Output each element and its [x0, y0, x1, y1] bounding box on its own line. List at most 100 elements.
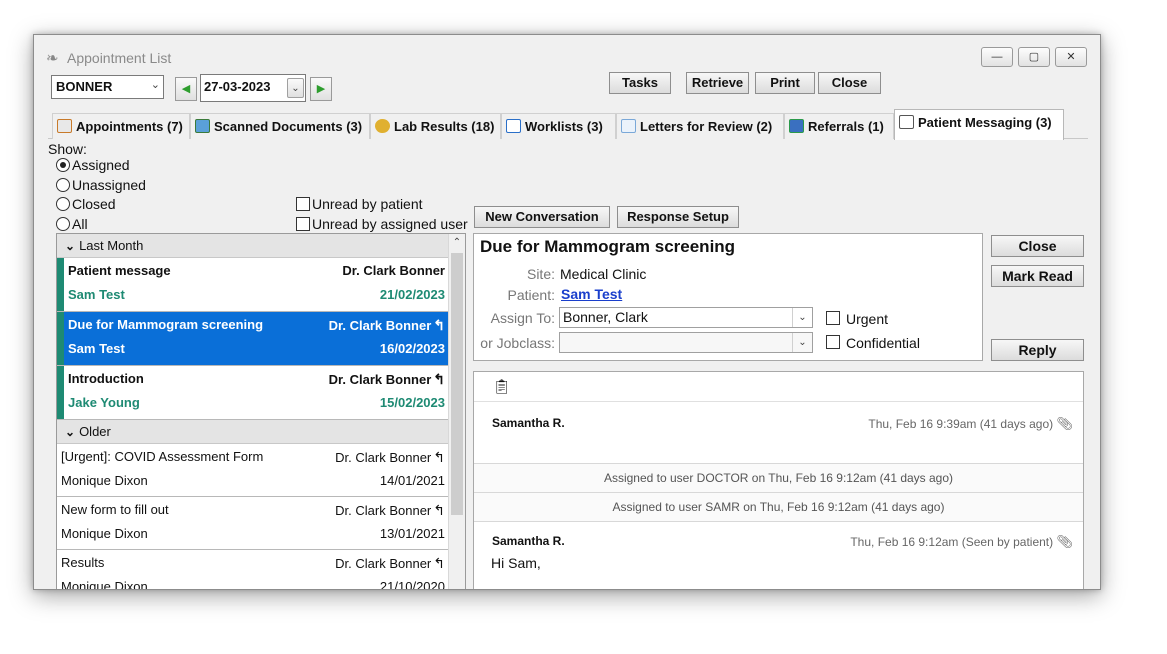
- item-patient: Monique Dixon: [61, 526, 148, 541]
- referral-icon: [789, 119, 804, 133]
- item-doctor-cell: Dr. Clark Bonner ↰: [335, 449, 445, 466]
- tab-scanned-documents[interactable]: Scanned Documents (3): [190, 113, 370, 139]
- patient-link[interactable]: Sam Test: [561, 286, 622, 302]
- tab-letters-for-review[interactable]: Letters for Review (2): [616, 113, 784, 139]
- unassigned-label: Unassigned: [72, 177, 146, 193]
- item-doctor: Dr. Clark Bonner: [335, 450, 432, 465]
- flask-icon: [375, 119, 390, 133]
- item-date: 16/02/2023: [379, 341, 445, 356]
- item-patient: Sam Test: [68, 287, 125, 302]
- next-date-button[interactable]: ▶: [310, 77, 332, 101]
- date-picker[interactable]: 27-03-2023 ⌄: [200, 74, 306, 102]
- clipboard-icon[interactable]: 📋︎: [493, 378, 511, 395]
- group-label: Last Month: [79, 238, 144, 253]
- all-radio[interactable]: [56, 217, 70, 231]
- checklist-icon: [506, 119, 521, 133]
- assigned-radio[interactable]: [56, 158, 70, 172]
- appointment-list-window: ❧ Appointment List — ▢ ✕ BONNER ⌄ ◀ 27-0…: [33, 34, 1101, 590]
- group-header-last-month[interactable]: ⌄ Last Month: [57, 234, 449, 258]
- reply-icon: ↰: [433, 449, 445, 465]
- item-date: 13/01/2021: [379, 526, 445, 541]
- list-item[interactable]: Introduction Dr. Clark Bonner ↰ Jake Youn…: [57, 366, 449, 420]
- item-doctor-cell: Dr. Clark Bonner ↰: [335, 502, 445, 519]
- confidential-checkbox[interactable]: [826, 335, 840, 349]
- show-label: Show:: [48, 141, 87, 157]
- message-time: Thu, Feb 16 9:12am (Seen by patient): [850, 535, 1054, 549]
- paperclip-icon[interactable]: 📎︎: [1056, 416, 1073, 431]
- list-item[interactable]: [Urgent]: COVID Assessment Form Dr. Clar…: [57, 444, 449, 497]
- item-subject: Introduction: [68, 371, 144, 386]
- unread-by-patient-checkbox[interactable]: [296, 197, 310, 211]
- item-doctor-cell: Dr. Clark Bonner ↰: [329, 317, 445, 334]
- item-subject: [Urgent]: COVID Assessment Form: [61, 449, 264, 464]
- message-row: Samantha R. Thu, Feb 16 9:39am (41 days …: [474, 402, 1083, 464]
- closed-label: Closed: [72, 196, 116, 212]
- item-doctor: Dr. Clark Bonner: [335, 503, 432, 518]
- previous-date-button[interactable]: ◀: [175, 77, 197, 101]
- list-item[interactable]: Patient message Dr. Clark Bonner Sam Tes…: [57, 258, 449, 312]
- print-button[interactable]: Print: [755, 72, 815, 94]
- close-window-button[interactable]: ✕: [1055, 47, 1087, 67]
- item-patient: Monique Dixon: [61, 579, 148, 590]
- close-button[interactable]: Close: [818, 72, 881, 94]
- system-event-row: Assigned to user DOCTOR on Thu, Feb 16 9…: [474, 464, 1083, 493]
- item-doctor: Dr. Clark Bonner: [335, 556, 432, 571]
- list-scrollbar[interactable]: ⌃: [448, 234, 465, 589]
- reply-icon: ↰: [433, 502, 445, 518]
- tab-lab-results[interactable]: Lab Results (18): [370, 113, 501, 139]
- item-doctor-cell: Dr. Clark Bonner ↰: [335, 555, 445, 572]
- tasks-button[interactable]: Tasks: [609, 72, 671, 94]
- chevron-down-icon: ⌄: [792, 308, 812, 327]
- item-date: 15/02/2023: [379, 395, 445, 410]
- provider-select[interactable]: BONNER ⌄: [51, 75, 164, 99]
- reply-button[interactable]: Reply: [991, 339, 1084, 361]
- urgent-checkbox[interactable]: [826, 311, 840, 325]
- unassigned-radio[interactable]: [56, 178, 70, 192]
- minimize-button[interactable]: —: [981, 47, 1013, 67]
- site-value: Medical Clinic: [560, 266, 647, 282]
- chevron-down-icon: ⌄: [65, 425, 76, 439]
- tab-label: Appointments (7): [76, 119, 183, 134]
- list-item[interactable]: New form to fill out Dr. Clark Bonner ↰ M…: [57, 497, 449, 550]
- tab-label: Lab Results (18): [394, 119, 495, 134]
- scroll-thumb[interactable]: [451, 253, 463, 515]
- tab-referrals[interactable]: Referrals (1): [784, 113, 894, 139]
- new-conversation-button[interactable]: New Conversation: [474, 206, 610, 228]
- response-setup-button[interactable]: Response Setup: [617, 206, 739, 228]
- assign-to-select[interactable]: Bonner, Clark ⌄: [559, 307, 813, 328]
- item-subject: New form to fill out: [61, 502, 169, 517]
- message-row: Samantha R. Thu, Feb 16 9:12am (Seen by …: [474, 522, 1083, 589]
- item-subject: Results: [61, 555, 105, 570]
- conversation-thread: 📋︎ Samantha R. Thu, Feb 16 9:39am (41 da…: [473, 371, 1084, 589]
- assigned-label: Assigned: [72, 157, 130, 173]
- unread-by-assigned-user-checkbox[interactable]: [296, 217, 310, 231]
- tab-appointments[interactable]: Appointments (7): [52, 113, 190, 139]
- closed-radio[interactable]: [56, 197, 70, 211]
- scroll-up-arrow-icon[interactable]: ⌃: [449, 234, 465, 252]
- tab-worklists[interactable]: Worklists (3): [501, 113, 616, 139]
- thread-toolbar: 📋︎: [474, 372, 1083, 402]
- item-patient: Monique Dixon: [61, 473, 148, 488]
- retrieve-button[interactable]: Retrieve: [686, 72, 749, 94]
- jobclass-select[interactable]: ⌄: [559, 332, 813, 353]
- image-icon: [195, 119, 210, 133]
- mark-read-button[interactable]: Mark Read: [991, 265, 1084, 287]
- chevron-down-icon[interactable]: ⌄: [287, 78, 304, 98]
- group-header-older[interactable]: ⌄ Older: [57, 420, 449, 444]
- list-item[interactable]: Results Dr. Clark Bonner ↰ Monique Dixon …: [57, 550, 449, 590]
- close-conversation-button[interactable]: Close: [991, 235, 1084, 257]
- window-title: Appointment List: [67, 50, 172, 66]
- message-time: Thu, Feb 16 9:39am (41 days ago): [868, 417, 1054, 431]
- provider-value: BONNER: [56, 79, 113, 94]
- system-event: Assigned to user SAMR on Thu, Feb 16 9:1…: [612, 500, 945, 514]
- maximize-button[interactable]: ▢: [1018, 47, 1050, 67]
- item-doctor: Dr. Clark Bonner: [342, 263, 445, 278]
- chevron-down-icon: ⌄: [65, 239, 76, 253]
- assign-to-value: Bonner, Clark: [563, 309, 648, 325]
- list-item-selected[interactable]: Due for Mammogram screening Dr. Clark Bo…: [57, 312, 449, 366]
- message-title: Due for Mammogram screening: [480, 237, 736, 256]
- urgent-label: Urgent: [846, 311, 889, 327]
- tab-patient-messaging[interactable]: Patient Messaging (3): [894, 109, 1064, 140]
- paperclip-icon[interactable]: 📎︎: [1056, 534, 1073, 549]
- site-label: Site:: [526, 266, 555, 282]
